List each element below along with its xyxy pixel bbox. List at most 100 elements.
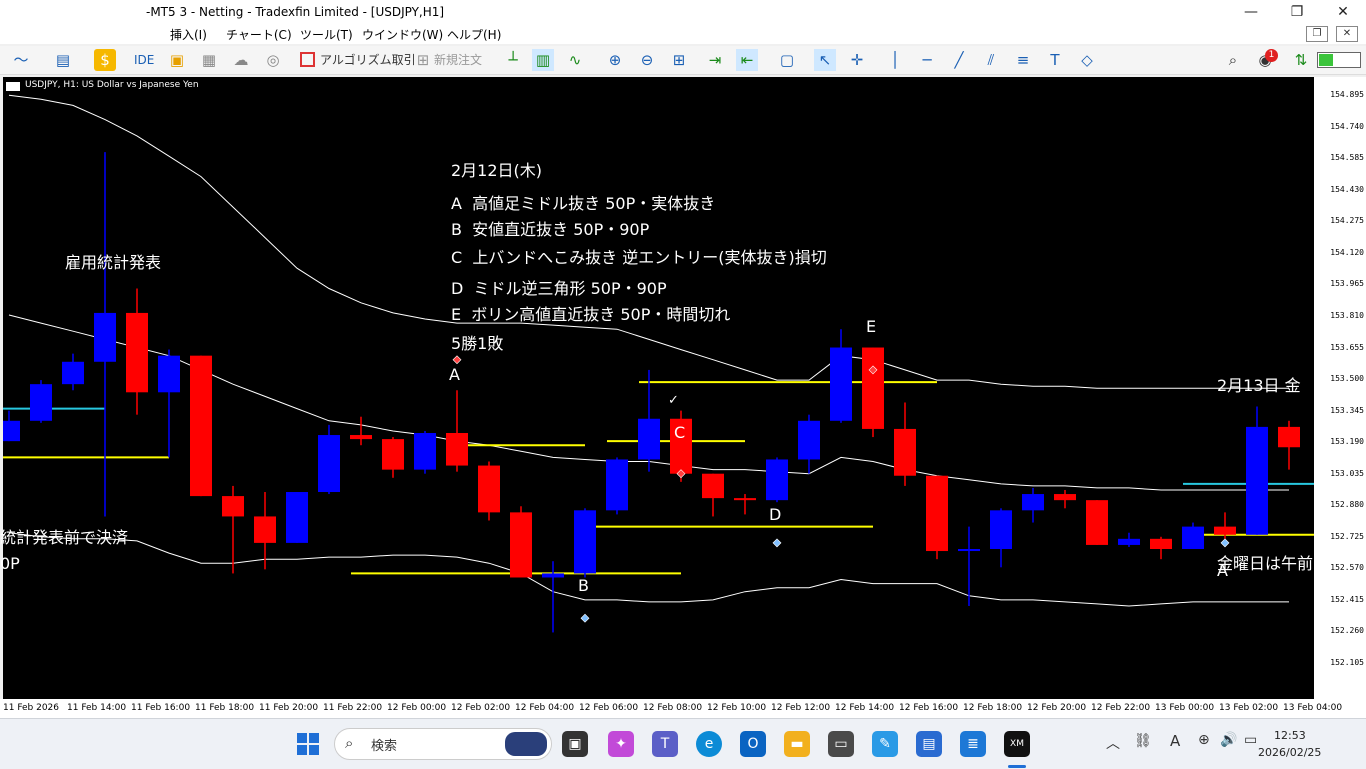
screenshot-icon[interactable]: ▢ [776, 49, 798, 71]
candle-body [574, 510, 596, 574]
close-child-icon[interactable]: ✕ [1336, 26, 1358, 42]
time-tick-label: 11 Feb 16:00 [131, 703, 191, 713]
globe-icon[interactable]: ◎ [262, 49, 284, 71]
file-explorer-icon[interactable]: ▬ [784, 731, 810, 757]
line-icon[interactable]: ∿ [564, 49, 586, 71]
vps-icon[interactable]: ▦ [198, 49, 220, 71]
autoscroll-icon[interactable]: ⇥ [704, 49, 726, 71]
candle-chart-icon[interactable]: ▥ [532, 49, 554, 71]
tray-chevron-up-icon[interactable]: ︿ [1106, 733, 1120, 753]
marker-label-a: A [449, 365, 460, 384]
price-chart[interactable]: USDJPY, H1: US Dollar vs Japanese Yen 2月… [0, 77, 1314, 699]
chart-type-icon[interactable]: ▤ [52, 49, 74, 71]
battery-icon[interactable]: ▭ [1244, 732, 1257, 748]
dollar-icon[interactable]: $ [94, 49, 116, 71]
copilot-icon[interactable]: ✦ [608, 731, 634, 757]
cloud-icon[interactable]: ☁ [230, 49, 252, 71]
terminal-icon[interactable]: ▭ [828, 731, 854, 757]
note-line-d: D ミドル逆三角形 50P・90P [451, 275, 667, 299]
grid-icon[interactable]: ⊞ [668, 49, 690, 71]
chart-shift-icon[interactable]: ⇤ [736, 49, 758, 71]
outlook-icon[interactable]: O [740, 731, 766, 757]
chart-symbol-label: USDJPY, H1: US Dollar vs Japanese Yen [25, 80, 199, 90]
candle-body [1214, 526, 1236, 535]
candle-body [638, 418, 660, 460]
ime-mode-indicator[interactable]: A [1170, 732, 1180, 750]
search-icon[interactable]: ⌕ [1222, 49, 1244, 71]
fibonacci-icon[interactable]: ≡ [1012, 49, 1034, 71]
note-line-c: C 上バンドへこみ抜き 逆エントリー(実体抜き)損切 [451, 244, 827, 268]
toolbar: 〜 ▤ $ IDE ▣ ▦ ☁ ◎ アルゴリズム取引 ⊞ 新規注文 ┴ ▥ ∿ … [0, 46, 1366, 75]
trendline-icon[interactable]: ╱ [948, 49, 970, 71]
time-tick-label: 12 Feb 08:00 [643, 703, 703, 713]
minimize-button[interactable]: — [1228, 0, 1274, 24]
channel-icon[interactable]: ⫽ [980, 49, 1002, 71]
bag-icon[interactable]: ▣ [166, 49, 188, 71]
maximize-button[interactable]: ❐ [1274, 0, 1320, 24]
horizontal-line-icon[interactable]: ─ [916, 49, 938, 71]
taskbar-search-box[interactable]: ⌕ 検索 [334, 728, 552, 760]
candle-body [1182, 526, 1204, 549]
text-icon[interactable]: T [1044, 49, 1066, 71]
close-button[interactable]: ✕ [1320, 0, 1366, 24]
notepad-icon[interactable]: ≣ [960, 731, 986, 757]
volume-icon[interactable]: 🔊 [1220, 732, 1237, 748]
candle-body [830, 347, 852, 421]
ide-button[interactable]: IDE [134, 49, 154, 71]
candle-body [894, 428, 916, 476]
menu-insert[interactable]: 挿入(I) [170, 26, 207, 43]
zoom-in-icon[interactable]: ⊕ [604, 49, 626, 71]
menu-tools[interactable]: ツール(T) [300, 26, 353, 43]
note-text-c: 上バンドへこみ抜き 逆エントリー(実体抜き)損切 [472, 248, 827, 267]
paint-icon[interactable]: ✎ [872, 731, 898, 757]
time-tick-label: 11 Feb 20:00 [259, 703, 319, 713]
time-tick-label: 13 Feb 00:00 [1155, 703, 1215, 713]
time-axis[interactable]: 11 Feb 2026 11 Feb 14:00 11 Feb 16:00 11 Fe… [0, 699, 1366, 718]
task-view-icon[interactable]: ▣ [562, 731, 588, 757]
marker-label-a2: A [1217, 561, 1228, 580]
note-text-b: 安値直近抜き 50P・90P [472, 220, 650, 239]
price-tick-label: 154.275 [1330, 216, 1364, 226]
menu-chart[interactable]: チャート(C) [226, 26, 292, 43]
candle-body [1086, 500, 1108, 545]
windows-start-icon[interactable] [297, 733, 319, 755]
time-tick-label: 12 Feb 22:00 [1091, 703, 1151, 713]
time-tick-label: 12 Feb 12:00 [771, 703, 831, 713]
tray-link-icon[interactable]: ⛓ [1134, 733, 1152, 749]
cursor-icon[interactable]: ↖ [814, 49, 836, 71]
xm-mt5-icon[interactable]: XM [1004, 731, 1030, 757]
menu-help[interactable]: ヘルプ(H) [447, 26, 501, 43]
time-tick-label: 12 Feb 18:00 [963, 703, 1023, 713]
store-icon[interactable]: ▤ [916, 731, 942, 757]
settle-note: 統計発表前で決済 [0, 528, 129, 547]
price-tick-label: 154.585 [1330, 153, 1364, 163]
shapes-icon[interactable]: ◇ [1076, 49, 1098, 71]
trade-arrow-icon [772, 538, 782, 548]
candle-body [990, 510, 1012, 549]
teams-icon[interactable]: T [652, 731, 678, 757]
trade-arrow-icon [1220, 538, 1230, 548]
price-tick-label: 152.725 [1330, 531, 1364, 541]
restore-child-icon[interactable]: ❐ [1306, 26, 1328, 42]
price-tick-label: 154.430 [1330, 184, 1364, 194]
candle-body [126, 312, 148, 393]
time-tick-label: 12 Feb 04:00 [515, 703, 575, 713]
menu-window[interactable]: ウインドウ(W) [362, 26, 443, 43]
crosshair-icon[interactable]: ✛ [846, 49, 868, 71]
bar-chart-icon[interactable]: ┴ [502, 49, 524, 71]
candle-body [382, 439, 404, 470]
vertical-line-icon[interactable]: │ [884, 49, 906, 71]
time-tick-label: 12 Feb 10:00 [707, 703, 767, 713]
zoom-out-icon[interactable]: ⊖ [636, 49, 658, 71]
candle-body [1022, 494, 1044, 511]
price-axis[interactable]: 154.895 154.740 154.585 154.430 154.275 154.1… [1314, 77, 1366, 699]
clock-time[interactable]: 12:53 [1274, 729, 1306, 742]
edge-icon[interactable]: e [696, 731, 722, 757]
note-key-c: C [451, 248, 463, 267]
notification-badge: 1 [1265, 49, 1278, 62]
network-icon[interactable]: ⊕ [1198, 732, 1210, 748]
algo-trading-button[interactable]: アルゴリズム取引 [320, 49, 416, 71]
new-order-button[interactable]: 新規注文 [434, 49, 482, 71]
clock-date[interactable]: 2026/02/25 [1258, 746, 1321, 759]
line-chart-icon[interactable]: 〜 [10, 49, 32, 71]
